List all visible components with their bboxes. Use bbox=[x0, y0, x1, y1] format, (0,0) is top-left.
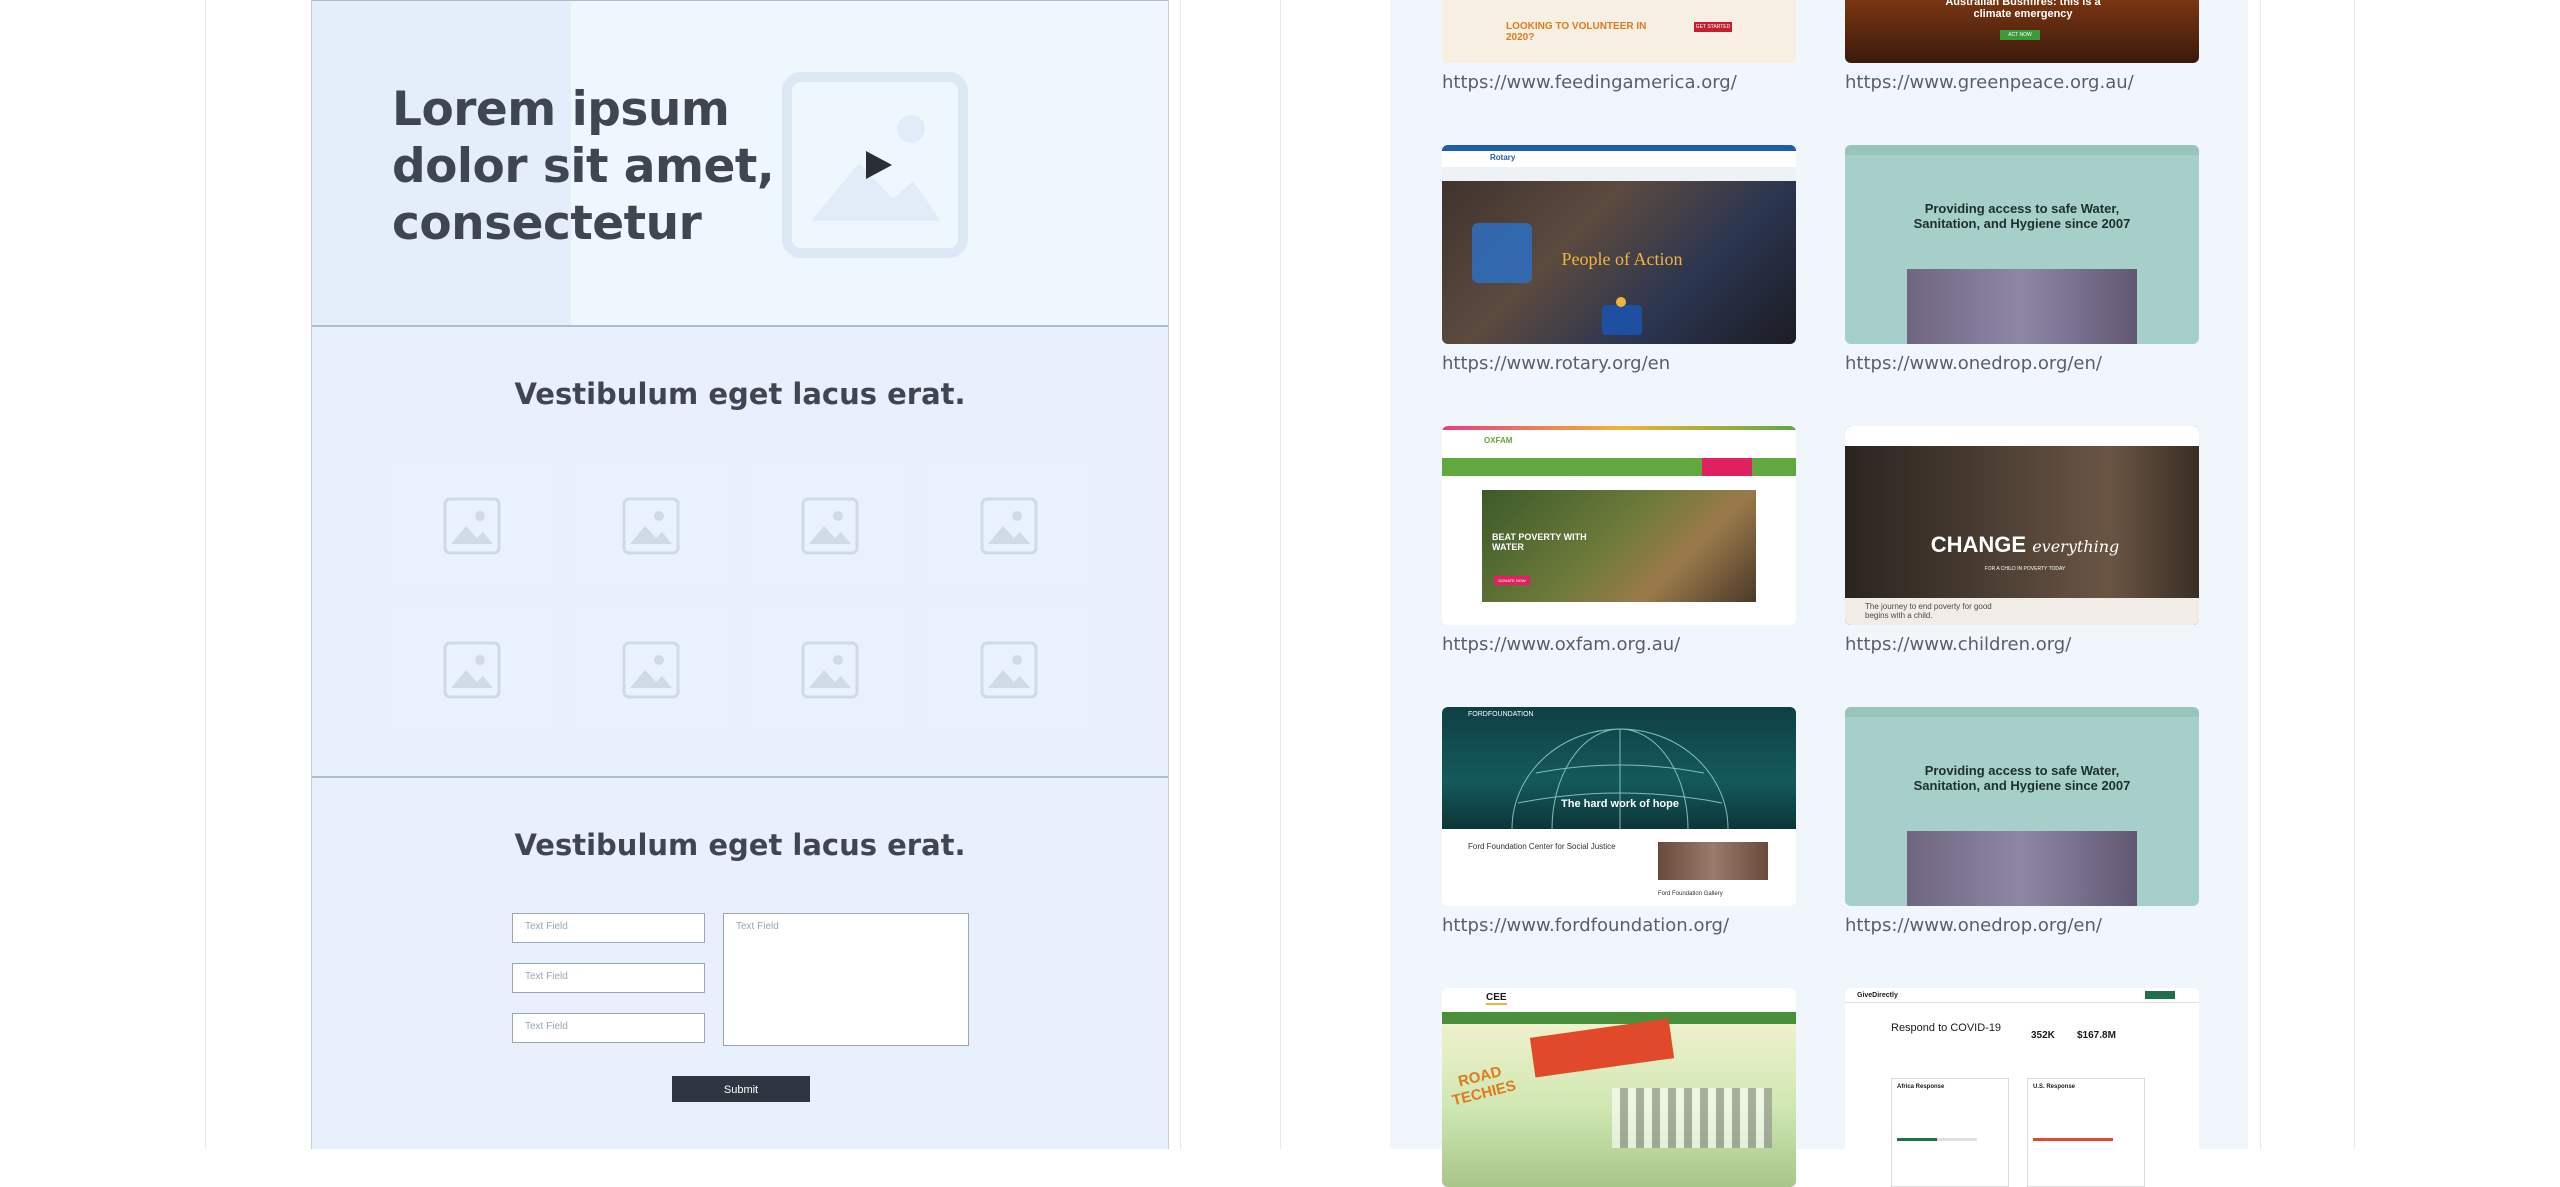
thumbnail-children[interactable]: CHANGE everything FOR A CHILD IN POVERTY… bbox=[1845, 426, 2199, 625]
play-icon[interactable] bbox=[864, 149, 894, 181]
gallery-title: Vestibulum eget lacus erat. bbox=[514, 377, 966, 411]
thumbnail-heading-script: everything bbox=[2032, 537, 2120, 556]
thumbnail-heading: Respond to COVID-19 bbox=[1891, 1022, 2002, 1034]
thumbnail-rotary[interactable]: Rotary People of Action bbox=[1442, 145, 1796, 344]
thumbnail-column-heading: Africa Response bbox=[1897, 1084, 1945, 1090]
thumbnail-onedrop[interactable]: Providing access to safe Water, Sanitati… bbox=[1845, 707, 2199, 906]
image-tile[interactable] bbox=[750, 463, 909, 588]
thumbnail-cta[interactable]: ACT NOW bbox=[2000, 30, 2040, 40]
thumbnail-heading: Australian Bushfires: this is a climate … bbox=[1945, 0, 2101, 20]
thumbnail-logo: Rotary bbox=[1490, 153, 1516, 162]
image-placeholder-icon bbox=[622, 497, 679, 554]
thumbnail-oxfam[interactable]: OXFAM BEAT POVERTY WITH WATER DONATE NOW bbox=[1442, 426, 1796, 625]
thumbnail-subheading: Ford Foundation Center for Social Justic… bbox=[1468, 842, 1616, 851]
thumbnail-greenpeace[interactable]: Australian Bushfires: this is a climate … bbox=[1845, 0, 2199, 63]
thumbnail-heading: The hard work of hope bbox=[1561, 798, 1679, 810]
contact-form-section: Vestibulum eget lacus erat. Text Field T… bbox=[312, 778, 1168, 1149]
page-guide-line bbox=[1280, 0, 1281, 1149]
image-tile[interactable] bbox=[571, 463, 730, 588]
hero-title: Lorem ipsum dolor sit amet, consectetur bbox=[392, 82, 775, 251]
form-title: Vestibulum eget lacus erat. bbox=[514, 828, 966, 862]
hero-video-placeholder[interactable] bbox=[781, 71, 969, 259]
image-placeholder-icon bbox=[801, 641, 858, 698]
thumbnail-givedirectly[interactable]: GiveDirectly Respond to COVID-19 352K $1… bbox=[1845, 988, 2199, 1187]
site-url[interactable]: https://www.oxfam.org.au/ bbox=[1442, 634, 1680, 655]
thumbnail-logo: GiveDirectly bbox=[1857, 992, 1898, 999]
message-textarea[interactable]: Text Field bbox=[723, 913, 969, 1046]
thumbnail-heading-main: CHANGE bbox=[1930, 532, 2027, 557]
site-url[interactable]: https://www.feedingamerica.org/ bbox=[1442, 72, 1737, 93]
text-field-3[interactable]: Text Field bbox=[512, 1013, 705, 1043]
image-placeholder-icon bbox=[443, 497, 500, 554]
site-url[interactable]: https://www.onedrop.org/en/ bbox=[1845, 915, 2102, 936]
text-field-2[interactable]: Text Field bbox=[512, 963, 705, 993]
thumbnail-heading: LOOKING TO VOLUNTEER IN 2020? bbox=[1506, 21, 1647, 43]
hero-section: Lorem ipsum dolor sit amet, consectetur bbox=[312, 0, 1168, 327]
thumbnail-cta[interactable]: GET STARTED bbox=[1694, 22, 1732, 32]
thumbnail-caption: Ford Foundation Gallery bbox=[1658, 891, 1723, 897]
submit-button[interactable]: Submit bbox=[672, 1076, 810, 1102]
thumbnail-onedrop[interactable]: Providing access to safe Water, Sanitati… bbox=[1845, 145, 2199, 344]
image-tile[interactable] bbox=[571, 607, 730, 732]
site-url[interactable]: https://www.greenpeace.org.au/ bbox=[1845, 72, 2134, 93]
thumbnail-logo: OXFAM bbox=[1484, 436, 1513, 445]
thumbnail-fordfoundation[interactable]: FORDFOUNDATION The hard work of hope For… bbox=[1442, 707, 1796, 906]
image-placeholder-icon bbox=[622, 641, 679, 698]
text-field-1[interactable]: Text Field bbox=[512, 913, 705, 943]
thumbnail-heading: Providing access to safe Water, Sanitati… bbox=[1913, 201, 2131, 231]
image-placeholder-icon bbox=[801, 497, 858, 554]
thumbnail-heading: CHANGE everything bbox=[1905, 532, 2145, 558]
site-gallery-panel: LOOKING TO VOLUNTEER IN 2020? GET STARTE… bbox=[1390, 0, 2248, 1187]
image-tile[interactable] bbox=[929, 463, 1088, 588]
page-guide-line bbox=[1180, 0, 1181, 1149]
image-placeholder-icon bbox=[980, 497, 1037, 554]
site-url[interactable]: https://www.onedrop.org/en/ bbox=[1845, 353, 2102, 374]
thumbnail-heading: People of Action bbox=[1561, 249, 1683, 269]
thumbnail-heading: Providing access to safe Water, Sanitati… bbox=[1913, 763, 2131, 793]
page-guide-line bbox=[2260, 0, 2261, 1149]
page-guide-line bbox=[205, 0, 206, 1149]
image-tile[interactable] bbox=[750, 607, 909, 732]
thumbnail-stat: 352K bbox=[2031, 1030, 2055, 1041]
image-tile[interactable] bbox=[929, 607, 1088, 732]
wireframe-panel: Lorem ipsum dolor sit amet, consectetur … bbox=[311, 0, 1169, 1149]
image-placeholder-icon bbox=[980, 641, 1037, 698]
thumbnail-stat: $167.8M bbox=[2077, 1030, 2116, 1041]
site-url[interactable]: https://www.children.org/ bbox=[1845, 634, 2071, 655]
thumbnail-cee[interactable]: CEE ROAD TECHIES bbox=[1442, 988, 1796, 1187]
thumbnail-subheading: FOR A CHILD IN POVERTY TODAY bbox=[1984, 566, 2066, 572]
site-url[interactable]: https://www.rotary.org/en bbox=[1442, 353, 1670, 374]
image-placeholder-icon bbox=[443, 641, 500, 698]
thumbnail-cta[interactable]: DONATE NOW bbox=[1494, 576, 1530, 585]
thumbnail-heading: BEAT POVERTY WITH WATER bbox=[1492, 532, 1587, 552]
gallery-section: Vestibulum eget lacus erat. bbox=[312, 327, 1168, 778]
thumbnail-heading: ROAD TECHIES bbox=[1450, 1063, 1518, 1110]
site-url[interactable]: https://www.fordfoundation.org/ bbox=[1442, 915, 1729, 936]
image-tile[interactable] bbox=[392, 607, 551, 732]
thumbnail-logo: CEE bbox=[1486, 992, 1507, 1005]
thumbnail-feedingamerica[interactable]: LOOKING TO VOLUNTEER IN 2020? GET STARTE… bbox=[1442, 0, 1796, 63]
thumbnail-footer: The journey to end poverty for good begi… bbox=[1865, 602, 1992, 620]
page-guide-line bbox=[2354, 0, 2355, 1149]
thumbnail-column-heading: U.S. Response bbox=[2033, 1084, 2076, 1090]
image-tile[interactable] bbox=[392, 463, 551, 588]
